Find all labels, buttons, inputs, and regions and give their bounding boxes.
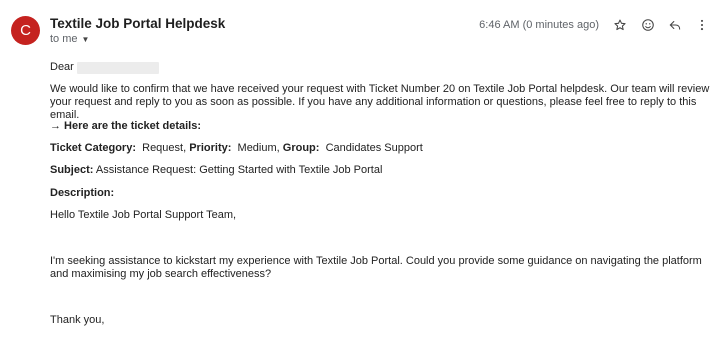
greeting-text: Dear	[50, 61, 74, 73]
reply-button[interactable]	[664, 14, 686, 36]
timestamp: 6:46 AM (0 minutes ago)	[479, 19, 599, 31]
ticket-details-heading: → Here are the ticket details:	[50, 120, 202, 132]
recipient-label: to me	[50, 33, 78, 45]
emoji-react-button[interactable]	[637, 14, 659, 36]
description-greeting: Hello Textile Job Portal Support Team,	[50, 209, 237, 221]
reply-icon	[669, 20, 681, 30]
star-icon	[614, 19, 626, 31]
intro-paragraph: We would like to confirm that we have re…	[50, 83, 710, 121]
subject-line: Subject: Assistance Request: Getting Sta…	[50, 164, 382, 177]
priority-label: Priority:	[189, 142, 232, 154]
star-button[interactable]	[609, 14, 631, 36]
ticket-category-line: Ticket Category: Request, Priority: Medi…	[50, 142, 423, 155]
more-vert-icon	[700, 19, 704, 31]
signoff: Thank you,	[50, 314, 105, 326]
emoji-icon	[642, 19, 654, 31]
recipient-details-toggle[interactable]: to me ▼	[50, 33, 89, 45]
category-label: Ticket Category:	[50, 142, 136, 154]
email-body: Dear We would like to confirm that we ha…	[50, 61, 715, 326]
redacted-recipient-name	[76, 61, 159, 74]
chevron-down-icon: ▼	[81, 34, 90, 44]
subject-label: Subject:	[50, 164, 94, 176]
greeting-line: Dear	[50, 61, 715, 74]
group-value: Candidates Support	[325, 142, 423, 154]
more-options-button[interactable]	[691, 14, 713, 36]
sender-avatar: C	[11, 16, 40, 45]
subject-value: Assistance Request: Getting Started with…	[95, 164, 383, 176]
group-label: Group:	[282, 142, 320, 154]
category-value: Request,	[142, 142, 187, 154]
priority-value: Medium,	[237, 142, 280, 154]
description-body: I'm seeking assistance to kickstart my e…	[50, 255, 702, 280]
description-label: Description:	[50, 187, 115, 199]
sender-name[interactable]: Textile Job Portal Helpdesk	[50, 16, 225, 31]
